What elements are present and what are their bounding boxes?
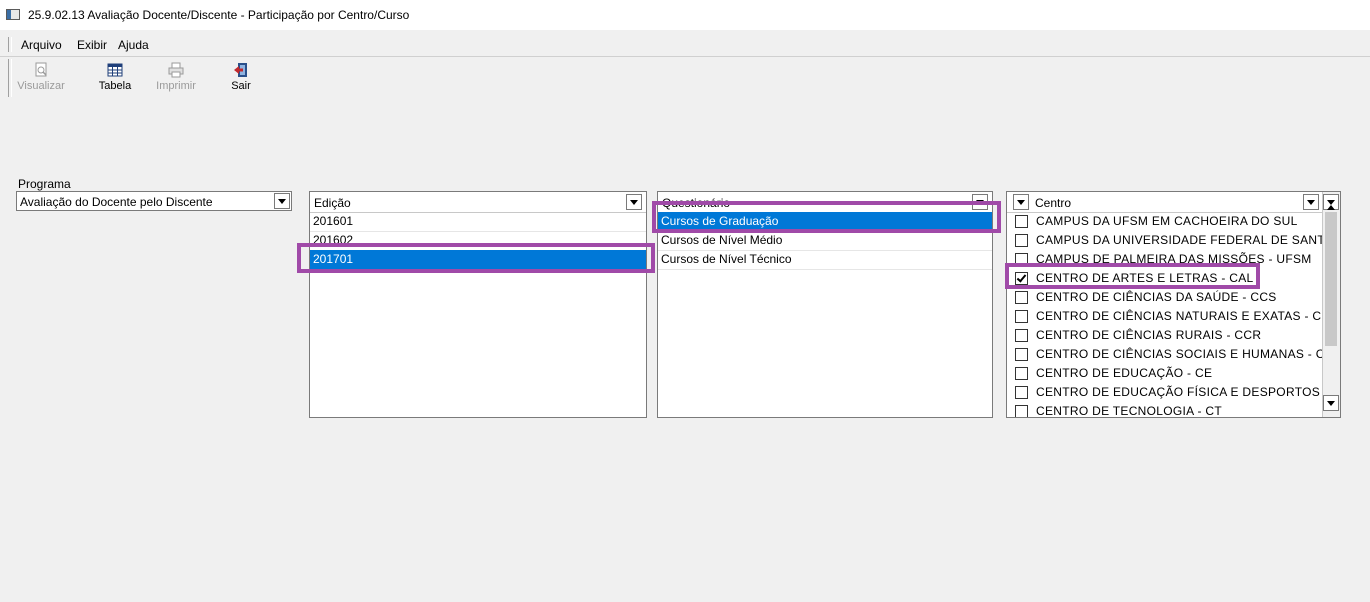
list-item-selected[interactable]: Cursos de Graduação <box>658 212 992 232</box>
title-bar: 25.9.02.13 Avaliação Docente/Discente - … <box>0 0 1370 30</box>
list-item[interactable]: Cursos de Nível Médio <box>658 231 992 251</box>
list-item-selected[interactable]: 201701 <box>310 250 646 270</box>
centro-item[interactable]: CENTRO DE CIÊNCIAS DA SAÚDE - CCS <box>1007 288 1323 307</box>
checkbox[interactable] <box>1015 329 1028 342</box>
checkbox[interactable] <box>1015 215 1028 228</box>
visualizar-button[interactable]: Visualizar <box>16 59 66 97</box>
checkbox[interactable] <box>1015 291 1028 304</box>
table-icon <box>107 63 123 77</box>
chevron-down-icon[interactable] <box>1013 194 1029 210</box>
app-icon <box>6 9 20 20</box>
scroll-thumb[interactable] <box>1325 212 1337 346</box>
centro-item[interactable]: CAMPUS DA UFSM EM CACHOEIRA DO SUL <box>1007 212 1323 231</box>
checkbox[interactable] <box>1015 367 1028 380</box>
centro-item[interactable]: CAMPUS DA UNIVERSIDADE FEDERAL DE SANTA <box>1007 231 1332 250</box>
tabela-button[interactable]: Tabela <box>90 59 140 97</box>
centro-item-label: CENTRO DE ARTES E LETRAS - CAL <box>1036 271 1254 285</box>
programa-label: Programa <box>18 177 71 191</box>
edicao-header-label: Edição <box>314 196 351 210</box>
centro-item-label: CENTRO DE CIÊNCIAS RURAIS - CCR <box>1036 328 1262 342</box>
toolbar: Visualizar Tabela Imprimir Sair <box>0 56 1370 101</box>
scroll-down-icon[interactable] <box>1323 395 1339 411</box>
questionario-list[interactable]: Questionário Cursos de Graduação Cursos … <box>657 191 993 418</box>
checkbox[interactable] <box>1015 234 1028 247</box>
centro-item[interactable]: CENTRO DE CIÊNCIAS NATURAIS E EXATAS - C… <box>1007 307 1330 326</box>
centro-item-label: CENTRO DE CIÊNCIAS DA SAÚDE - CCS <box>1036 290 1277 304</box>
chevron-down-icon[interactable] <box>274 193 290 209</box>
programa-select[interactable]: Avaliação do Docente pelo Discente <box>16 191 292 211</box>
questionario-header-label: Questionário <box>662 196 731 210</box>
menu-arquivo[interactable]: Arquivo <box>21 38 62 52</box>
menu-ajuda[interactable]: Ajuda <box>118 38 149 52</box>
list-item[interactable]: Cursos de Nível Técnico <box>658 250 992 270</box>
centro-item-label: CENTRO DE EDUCAÇÃO - CE <box>1036 366 1213 380</box>
exit-icon <box>234 63 247 77</box>
list-item[interactable]: 201601 <box>310 212 646 232</box>
list-item[interactable]: 201602 <box>310 231 646 251</box>
centro-header-label: Centro <box>1035 196 1072 210</box>
scrollbar[interactable] <box>1322 192 1340 417</box>
preview-icon <box>35 62 47 77</box>
centro-item-label: CAMPUS DE PALMEIRA DAS MISSÕES - UFSM <box>1036 252 1312 266</box>
centro-item[interactable]: CENTRO DE CIÊNCIAS RURAIS - CCR <box>1007 326 1323 345</box>
centro-item[interactable]: CENTRO DE CIÊNCIAS SOCIAIS E HUMANAS - C… <box>1007 345 1333 364</box>
toolbar-grip <box>8 59 12 97</box>
centro-item-label: CENTRO DE CIÊNCIAS NATURAIS E EXATAS - C… <box>1036 309 1331 323</box>
questionario-header[interactable]: Questionário <box>658 192 992 213</box>
centro-item[interactable]: CENTRO DE ARTES E LETRAS - CAL <box>1007 269 1323 288</box>
chevron-down-icon[interactable] <box>626 194 642 210</box>
programa-value: Avaliação do Docente pelo Discente <box>20 195 213 209</box>
centro-item-label: CENTRO DE CIÊNCIAS SOCIAIS E HUMANAS - C… <box>1036 347 1334 361</box>
imprimir-label: Imprimir <box>156 80 196 92</box>
tabela-label: Tabela <box>98 80 132 92</box>
checkbox[interactable] <box>1015 253 1028 266</box>
centro-item[interactable]: CENTRO DE EDUCAÇÃO - CE <box>1007 364 1323 383</box>
menu-grip <box>8 37 12 52</box>
printer-icon <box>168 62 184 78</box>
chevron-down-icon[interactable] <box>1303 194 1319 210</box>
centro-item[interactable]: CAMPUS DE PALMEIRA DAS MISSÕES - UFSM <box>1007 250 1323 269</box>
centro-header[interactable]: Centro <box>1007 192 1323 213</box>
checkbox[interactable] <box>1015 386 1028 399</box>
imprimir-button[interactable]: Imprimir <box>151 59 201 97</box>
menu-exibir[interactable]: Exibir <box>77 38 107 52</box>
checkbox[interactable] <box>1015 348 1028 361</box>
centro-item-label: CENTRO DE EDUCAÇÃO FÍSICA E DESPORTOS - … <box>1036 385 1336 399</box>
checkbox[interactable] <box>1015 310 1028 323</box>
scroll-up-icon[interactable] <box>1323 194 1339 210</box>
centro-item-label: CAMPUS DA UFSM EM CACHOEIRA DO SUL <box>1036 214 1298 228</box>
edicao-header[interactable]: Edição <box>310 192 646 213</box>
checkbox[interactable] <box>1015 272 1028 285</box>
centro-list[interactable]: Centro CAMPUS DA UFSM EM CACHOEIRA DO SU… <box>1006 191 1341 418</box>
window-title: 25.9.02.13 Avaliação Docente/Discente - … <box>28 8 410 22</box>
centro-item-label: CAMPUS DA UNIVERSIDADE FEDERAL DE SANTA <box>1036 233 1333 247</box>
sair-button[interactable]: Sair <box>216 59 266 97</box>
visualizar-label: Visualizar <box>17 80 65 92</box>
centro-item-label: CENTRO DE TECNOLOGIA - CT <box>1036 404 1222 418</box>
centro-item[interactable]: CENTRO DE TECNOLOGIA - CT <box>1007 402 1323 418</box>
sair-label: Sair <box>231 80 251 92</box>
menu-bar: Arquivo Exibir Ajuda <box>0 35 1370 55</box>
centro-item[interactable]: CENTRO DE EDUCAÇÃO FÍSICA E DESPORTOS - … <box>1007 383 1335 402</box>
checkbox[interactable] <box>1015 405 1028 417</box>
edicao-list[interactable]: Edição 201601 201602 201701 <box>309 191 647 418</box>
chevron-down-icon[interactable] <box>972 194 988 210</box>
